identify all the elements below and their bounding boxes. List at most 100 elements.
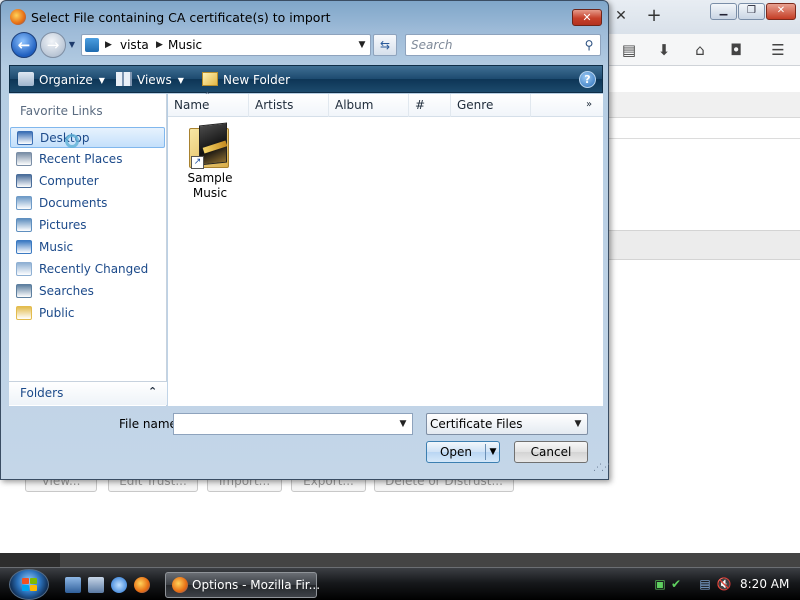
file-item-label: Sample Music [187,171,233,200]
nav-item-computer[interactable]: Computer [10,171,165,192]
reader-list-icon[interactable]: ▤ [620,41,638,59]
column-name[interactable]: Name ⌃ [168,91,249,117]
column-album[interactable]: Album [329,94,409,117]
nav-item-music[interactable]: Music [10,237,165,258]
file-type-select[interactable]: Certificate Files ▼ [426,413,588,435]
column-track-label: # [415,98,426,112]
nav-item-recently-changed[interactable]: Recently Changed [10,259,165,280]
pocket-icon[interactable]: ◘ [727,41,745,59]
nav-item-label: Music [39,240,74,254]
switch-windows-icon[interactable] [88,577,104,593]
windows-logo-icon [22,578,38,592]
network-status-icon[interactable]: ▣ [652,576,668,592]
new-folder-label: New Folder [223,73,291,87]
chevron-up-icon[interactable]: ⌃ [148,385,157,398]
breadcrumb-chevron-icon[interactable]: ▶ [105,38,112,52]
views-button[interactable]: Views ▼ [116,71,184,89]
recently-changed-icon [16,262,32,276]
forward-button[interactable]: → [40,32,66,58]
open-options-dropdown-icon[interactable]: ▼ [488,445,498,460]
file-name-input[interactable]: ▼ [173,413,413,435]
back-button[interactable]: ← [11,32,37,58]
organize-button[interactable]: Organize ▼ [18,71,105,89]
music-icon [16,240,32,254]
breadcrumb-vista[interactable]: vista [120,37,149,53]
file-item-sample-music[interactable]: ↗ Sample Music [182,120,238,200]
column-genre-label: Genre [457,98,494,112]
nav-item-label: Recent Places [39,152,123,166]
home-icon[interactable]: ⌂ [691,41,709,59]
dialog-close-button[interactable]: ✕ [572,9,602,26]
nav-item-pictures[interactable]: Pictures [10,215,165,236]
organize-icon [18,72,34,86]
start-button[interactable] [9,569,49,600]
search-icon[interactable]: ⚲ [582,38,596,52]
column-artists[interactable]: Artists [249,94,329,117]
nav-item-recent-places[interactable]: Recent Places [10,149,165,170]
column-track-number[interactable]: # [409,94,451,117]
dropdown-arrow-icon: ▼ [177,76,184,85]
desktop-icon [17,131,33,145]
firefox-icon [10,9,26,25]
file-type-dropdown-icon[interactable]: ▼ [572,417,584,431]
dropdown-arrow-icon: ▼ [98,76,105,85]
open-button[interactable]: Open ▼ [426,441,500,463]
minimize-button[interactable]: ▁ [710,3,737,20]
nav-item-searches[interactable]: Searches [10,281,165,302]
file-name-label: File name: [119,417,181,431]
recent-pages-dropdown[interactable]: ▼ [67,39,77,51]
breadcrumb-chevron-icon[interactable]: ▶ [156,38,163,52]
show-desktop-icon[interactable] [65,577,81,593]
music-folder-icon [85,38,99,52]
resize-grip-icon[interactable]: ⋰⋰ [593,463,610,473]
new-folder-button[interactable]: New Folder [202,71,290,89]
network-icon[interactable]: ▤ [697,576,713,592]
refresh-button[interactable]: ⇆ [373,34,397,56]
cancel-button[interactable]: Cancel [514,441,588,463]
file-type-value: Certificate Files [430,417,523,431]
volume-muted-icon[interactable]: 🔇 [716,576,732,592]
column-header-row: Name ⌃ Artists Album # Genre » [168,91,603,117]
security-status-icon[interactable]: ✔ [668,576,684,592]
address-bar[interactable]: ▶ vista ▶ Music ▼ [81,34,371,56]
file-list-pane: Name ⌃ Artists Album # Genre » ↗ Sample … [168,91,603,406]
firefox-quicklaunch-icon[interactable] [134,577,150,593]
music-folder-icon: ↗ [189,122,231,169]
recent-places-icon [16,152,32,166]
tab-close-icon[interactable]: ✕ [613,8,629,24]
shortcut-arrow-icon: ↗ [191,156,204,169]
firefox-bottom-bar-right [60,553,800,567]
open-split-divider [485,444,486,460]
address-dropdown-icon[interactable]: ▼ [356,38,368,52]
taskbar-task-label: Options - Mozilla Fir... [192,578,321,592]
window-close-button[interactable]: ✕ [766,3,796,20]
column-name-label: Name [174,98,210,112]
nav-item-documents[interactable]: Documents [10,193,165,214]
documents-icon [16,196,32,210]
column-genre[interactable]: Genre [451,94,531,117]
menu-icon[interactable]: ☰ [769,41,787,59]
download-icon[interactable]: ⬇ [655,41,673,59]
taskbar-firefox-options[interactable]: Options - Mozilla Fir... [165,572,321,598]
clock[interactable]: 8:20 AM [740,577,789,592]
internet-explorer-icon[interactable] [111,577,127,593]
file-name-dropdown-icon[interactable]: ▼ [397,417,409,431]
nav-item-label: Public [39,306,75,320]
dialog-title: Select File containing CA certificate(s)… [31,10,331,25]
folders-label: Folders [20,386,64,400]
maximize-button[interactable]: ❐ [738,3,765,20]
sort-ascending-icon: ⌃ [204,91,211,100]
search-placeholder: Search [411,38,453,52]
breadcrumb-music[interactable]: Music [168,37,202,53]
folders-toggle[interactable]: Folders ⌃ [9,381,167,405]
new-tab-button[interactable]: + [643,5,665,27]
nav-item-public[interactable]: Public [10,303,165,324]
more-columns-icon[interactable]: » [586,99,592,110]
search-input[interactable]: Search ⚲ [405,34,601,56]
favorite-links-pane: Favorite Links Desktop Recent Places Compu… [9,94,167,406]
help-icon[interactable]: ? [579,71,596,88]
nav-item-desktop[interactable]: Desktop [10,127,165,148]
organize-label: Organize [39,73,93,87]
column-artists-label: Artists [255,98,294,112]
file-open-dialog: Select File containing CA certificate(s)… [0,0,610,480]
